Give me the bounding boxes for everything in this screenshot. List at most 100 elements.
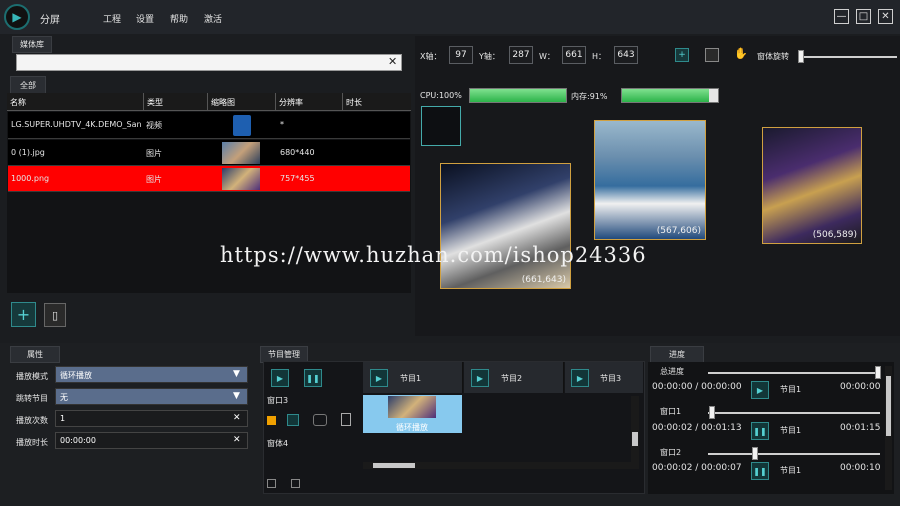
menu-activate[interactable]: 激活 xyxy=(204,12,222,25)
rotate-slider[interactable] xyxy=(802,56,897,58)
row-name: 0 (1).jpg xyxy=(11,148,45,157)
h-input[interactable]: 643 xyxy=(614,46,638,64)
column-thumbnail[interactable]: 缩略图 xyxy=(208,93,276,111)
copy-window-button[interactable] xyxy=(705,48,719,62)
tab-progress[interactable]: 进度 xyxy=(650,346,704,363)
pause-icon[interactable]: ❚❚ xyxy=(751,422,769,440)
row-type: 视频 xyxy=(146,121,162,130)
play-icon[interactable]: ▶ xyxy=(571,369,589,387)
progress-vscrollbar[interactable] xyxy=(885,366,892,490)
memory-bar-fill xyxy=(622,89,710,102)
window-4-row-label: 窗体4 xyxy=(267,439,289,448)
clear-icon[interactable]: ✕ xyxy=(233,413,243,423)
play-icon[interactable]: ▶ xyxy=(751,381,769,399)
scroll-thumb[interactable] xyxy=(632,432,638,446)
window-2-program: 节目1 xyxy=(780,466,802,475)
program-col-3[interactable]: ▶ 节目3 xyxy=(565,362,643,393)
window-1-progress-slider[interactable] xyxy=(708,412,880,414)
w-label: W： xyxy=(539,52,555,61)
column-name[interactable]: 名称 xyxy=(7,93,144,111)
x-input[interactable]: 97 xyxy=(449,46,473,64)
total-time: 00:00:00 / 00:00:00 xyxy=(652,382,742,392)
cpu-bar xyxy=(469,88,567,103)
table-row-selected[interactable]: 1000.png 图片 757*455 xyxy=(8,166,410,192)
column-resolution[interactable]: 分辨率 xyxy=(276,93,343,111)
add-window-button[interactable]: + xyxy=(675,48,689,62)
title-bar xyxy=(0,0,900,34)
lock-icon[interactable] xyxy=(341,413,351,426)
total-progress-slider[interactable] xyxy=(708,372,880,374)
program-hscrollbar[interactable] xyxy=(363,462,639,469)
window-1-progress-knob[interactable] xyxy=(709,406,715,419)
pause-icon: ❚❚ xyxy=(306,373,320,383)
app-title: 分屏 xyxy=(40,15,60,26)
window-2-progress-knob[interactable] xyxy=(752,447,758,460)
table-row[interactable]: 0 (1).jpg 图片 680*440 xyxy=(8,140,410,166)
pause-icon[interactable]: ❚❚ xyxy=(751,462,769,480)
rotate-label: 窗体旋转 xyxy=(757,52,789,61)
play-count-value: 1 xyxy=(60,414,66,423)
menu-settings[interactable]: 设置 xyxy=(136,12,154,25)
menu-project[interactable]: 工程 xyxy=(103,12,121,25)
minimize-button[interactable]: — xyxy=(834,9,849,24)
window-1[interactable]: (661,643) xyxy=(440,163,571,289)
pause-all-button[interactable]: ❚❚ xyxy=(304,369,322,387)
row-type: 图片 xyxy=(146,175,162,184)
maximize-button[interactable]: □ xyxy=(856,9,871,24)
minimap[interactable] xyxy=(421,106,461,146)
close-button[interactable]: ✕ xyxy=(878,9,893,24)
y-label: Y轴： xyxy=(479,52,500,61)
w-input[interactable]: 661 xyxy=(562,46,586,64)
scroll-thumb[interactable] xyxy=(373,463,415,468)
media-search-input[interactable] xyxy=(16,54,402,71)
jump-program-value: 无 xyxy=(60,393,68,402)
tab-media-library[interactable]: 媒体库 xyxy=(12,36,52,53)
search-clear-icon[interactable]: ✕ xyxy=(388,55,397,68)
total-progress-knob[interactable] xyxy=(875,366,881,379)
program-cell[interactable]: 循环播放 xyxy=(363,395,462,433)
hand-icon[interactable]: ✋ xyxy=(734,47,750,63)
row-resolution: 680*440 xyxy=(280,148,315,157)
clear-icon[interactable]: ✕ xyxy=(233,435,243,445)
play-icon[interactable]: ▶ xyxy=(370,369,388,387)
program-col-1[interactable]: ▶ 节目1 xyxy=(363,362,463,393)
column-duration[interactable]: 时长 xyxy=(343,93,411,111)
mute-icon[interactable] xyxy=(287,414,299,426)
row-name: LG.SUPER.UHDTV_4K.DEMO_Santorini xyxy=(11,120,141,129)
window-3-row-label: 窗口3 xyxy=(267,396,289,405)
table-row[interactable]: LG.SUPER.UHDTV_4K.DEMO_Santorini 视频 * xyxy=(8,112,410,139)
table-header: 名称 类型 缩略图 分辨率 时长 xyxy=(7,93,411,111)
window-3[interactable]: (506,589) xyxy=(762,127,862,244)
jump-program-select[interactable]: 无 ▼ xyxy=(55,388,248,405)
window-2-time: 00:00:02 / 00:00:07 xyxy=(652,463,742,473)
scroll-thumb[interactable] xyxy=(886,376,891,436)
program-vscrollbar[interactable] xyxy=(631,396,639,468)
color-swatch[interactable] xyxy=(267,416,276,425)
play-duration-input[interactable]: 00:00:00 ✕ xyxy=(55,432,248,449)
prev-page-icon[interactable] xyxy=(267,479,276,488)
program-col-2[interactable]: ▶ 节目2 xyxy=(464,362,564,393)
menu-help[interactable]: 帮助 xyxy=(170,12,188,25)
play-mode-select[interactable]: 循环播放 ▼ xyxy=(55,366,248,383)
total-progress-label: 总进度 xyxy=(660,367,684,376)
x-label: X轴： xyxy=(420,52,442,61)
column-type[interactable]: 类型 xyxy=(144,93,208,111)
tab-properties[interactable]: 属性 xyxy=(10,346,60,363)
window-2[interactable]: (567,606) xyxy=(594,120,706,240)
play-count-input[interactable]: 1 ✕ xyxy=(55,410,248,427)
delete-media-button[interactable]: ▯ xyxy=(44,303,66,327)
visibility-icon[interactable] xyxy=(313,414,327,426)
program-1-label: 节目1 xyxy=(400,374,422,383)
rotate-slider-knob[interactable] xyxy=(798,50,804,63)
play-duration-value: 00:00:00 xyxy=(60,436,96,445)
memory-bar xyxy=(621,88,719,103)
y-input[interactable]: 287 xyxy=(509,46,533,64)
next-page-icon[interactable] xyxy=(291,479,300,488)
play-icon[interactable]: ▶ xyxy=(471,369,489,387)
add-media-button[interactable]: + xyxy=(11,302,36,327)
play-all-button[interactable]: ▶ xyxy=(271,369,289,387)
window-1-end-time: 00:01:15 xyxy=(840,423,881,433)
thumbnail-image xyxy=(222,168,260,190)
window-1-progress-label: 窗口1 xyxy=(660,407,682,416)
window-2-progress-slider[interactable] xyxy=(708,453,880,455)
